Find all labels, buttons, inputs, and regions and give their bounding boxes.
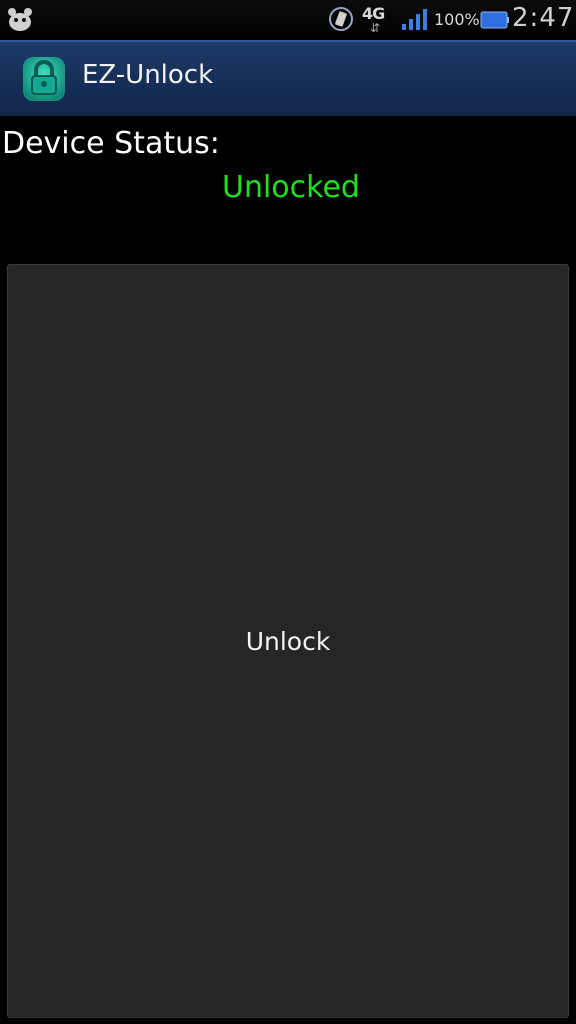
title-bar: EZ-Unlock <box>0 40 576 116</box>
android-notification-icon[interactable] <box>4 6 36 34</box>
battery-icon <box>480 9 510 31</box>
data-activity-icon: ⇵ <box>370 21 381 35</box>
unlock-button[interactable]: Unlock <box>7 264 569 1018</box>
status-clock: 2:47 <box>512 3 575 33</box>
app-screen: 4G ⇵ 100% 2:47 EZ-Unlock Device Status: … <box>0 0 576 1024</box>
status-bar: 4G ⇵ 100% 2:47 <box>0 0 576 40</box>
device-status-label: Device Status: <box>2 126 220 161</box>
sync-icon <box>328 6 354 32</box>
battery-percent: 100% <box>434 10 480 29</box>
signal-bars-icon <box>400 8 430 32</box>
device-status-value: Unlocked <box>222 170 360 205</box>
lock-icon <box>22 56 66 102</box>
app-title: EZ-Unlock <box>82 60 214 90</box>
unlock-button-label: Unlock <box>245 626 331 656</box>
